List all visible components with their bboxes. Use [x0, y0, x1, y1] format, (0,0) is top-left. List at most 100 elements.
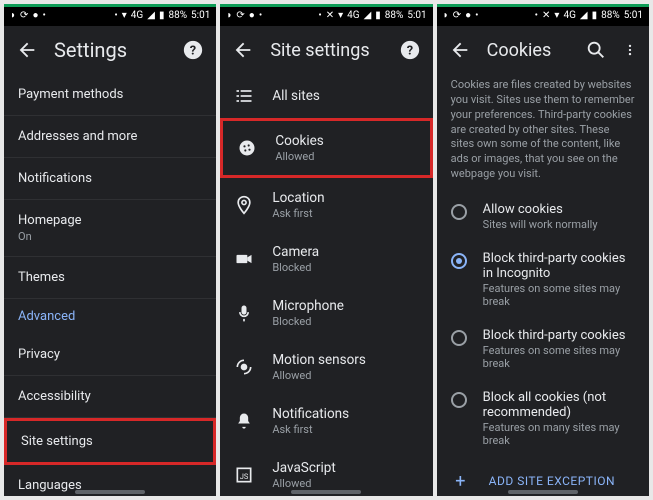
settings-list: Payment methods Addresses and more Notific…: [4, 74, 216, 496]
appbar: Cookies: [437, 26, 649, 74]
back-icon[interactable]: [232, 39, 254, 61]
nav-handle[interactable]: [508, 490, 578, 494]
settings-item[interactable]: Notifications: [4, 158, 216, 200]
battery-pct: 88%: [601, 10, 620, 21]
settings-item[interactable]: HomepageOn: [4, 200, 216, 257]
msg-icon: ●: [32, 10, 38, 21]
cookie-option[interactable]: Block all cookies (not recommended)Featu…: [437, 380, 649, 457]
svg-text:?: ?: [406, 44, 412, 59]
clock: 5:01: [624, 10, 643, 21]
js-icon: JS: [234, 465, 254, 485]
camera-icon: [234, 249, 254, 269]
item-label: Themes: [18, 270, 202, 285]
radio-icon: [451, 392, 467, 408]
screen-cookies: ◗ ⟳ ● • • ✕ ▾ 4G ◢ ▮ 88% 5:01 Cookies Co…: [437, 4, 649, 496]
advanced-header[interactable]: Advanced: [4, 299, 216, 334]
signal-icon: ◢: [364, 10, 372, 21]
site-setting-list[interactable]: All sites: [220, 74, 432, 118]
cookie-option[interactable]: Block third-party cookies in IncognitoFe…: [437, 241, 649, 318]
cookie-options: Allow cookiesSites will work normally Bl…: [437, 192, 649, 496]
site-setting-bell[interactable]: NotificationsAsk first: [220, 394, 432, 448]
svg-text:?: ?: [190, 44, 196, 59]
site-setting-motion[interactable]: Motion sensorsAllowed: [220, 340, 432, 394]
item-sub: Allowed: [275, 150, 415, 163]
list-icon: [234, 86, 254, 106]
page-title: Site settings: [270, 40, 382, 61]
signal-label: 4G: [563, 10, 575, 21]
mute-icon: ✕: [542, 10, 550, 21]
settings-item[interactable]: Themes: [4, 257, 216, 299]
item-sub: Blocked: [272, 261, 418, 274]
nav-handle[interactable]: [291, 490, 361, 494]
overflow-icon[interactable]: [623, 39, 637, 61]
cookies-description: Cookies are files created by websites yo…: [437, 74, 649, 192]
battery-icon: ▮: [375, 10, 381, 21]
svg-text:JS: JS: [240, 472, 249, 481]
status-bar: ◗ ⟳ ● • • ✕ ▾ 4G ◢ ▮ 88% 5:01: [437, 4, 649, 26]
cookie-option[interactable]: Allow cookiesSites will work normally: [437, 192, 649, 241]
mic-icon: [234, 303, 254, 323]
item-label: Notifications: [18, 171, 202, 186]
battery-icon: ▮: [592, 10, 598, 21]
item-label: Motion sensors: [272, 352, 418, 368]
bell-icon: [234, 411, 254, 431]
sync-icon: ⟳: [453, 10, 461, 21]
option-sub: Sites will work normally: [483, 218, 598, 231]
page-title: Settings: [54, 38, 166, 62]
site-setting-location[interactable]: LocationAsk first: [220, 178, 432, 232]
screen-settings: ◗ ⟳ ● • • ▾ 4G ◢ ▮ 88% 5:01 Settings ? P…: [4, 4, 216, 496]
item-label: JavaScript: [272, 460, 418, 476]
appbar: Settings ?: [4, 26, 216, 74]
site-setting-js[interactable]: JS JavaScriptAllowed: [220, 448, 432, 496]
sync-icon: ⟳: [20, 10, 28, 21]
site-setting-camera[interactable]: CameraBlocked: [220, 232, 432, 286]
settings-item[interactable]: Site settings: [4, 418, 216, 465]
back-icon[interactable]: [16, 39, 38, 61]
mute-icon: ✕: [326, 10, 334, 21]
signal-icon: ◢: [147, 10, 155, 21]
msg-icon: ●: [249, 10, 255, 21]
item-label: Privacy: [18, 347, 202, 362]
item-sub: Allowed: [272, 477, 418, 490]
location-icon: [234, 195, 254, 215]
site-setting-cookie[interactable]: CookiesAllowed: [220, 118, 432, 178]
settings-item[interactable]: Accessibility: [4, 376, 216, 418]
option-sub: Features on some sites may break: [483, 344, 635, 370]
item-sub: Ask first: [272, 207, 418, 220]
item-label: Cookies: [275, 133, 415, 149]
moon-icon: ◗: [10, 10, 16, 21]
back-icon[interactable]: [449, 39, 471, 61]
option-label: Block third-party cookies in Incognito: [483, 251, 635, 281]
signal-icon: ◢: [580, 10, 588, 21]
cookie-option[interactable]: Block third-party cookiesFeatures on som…: [437, 318, 649, 380]
screen-site-settings: ◗ ⟳ ● • • ✕ ▾ 4G ◢ ▮ 88% 5:01 Site setti…: [220, 4, 432, 496]
status-bar: ◗ ⟳ ● • • ▾ 4G ◢ ▮ 88% 5:01: [4, 4, 216, 26]
wifi-icon: ▾: [338, 10, 343, 21]
settings-item[interactable]: Addresses and more: [4, 116, 216, 158]
site-setting-mic[interactable]: MicrophoneBlocked: [220, 286, 432, 340]
item-label: Location: [272, 190, 418, 206]
battery-pct: 88%: [168, 10, 187, 21]
radio-icon: [451, 253, 467, 269]
search-icon[interactable]: [585, 39, 607, 61]
item-label: Addresses and more: [18, 129, 202, 144]
clock: 5:01: [407, 10, 426, 21]
item-sub: Allowed: [272, 369, 418, 382]
item-label: Site settings: [21, 434, 199, 449]
help-icon[interactable]: ?: [182, 39, 204, 61]
item-label: Homepage: [18, 213, 202, 228]
item-label: Accessibility: [18, 389, 202, 404]
item-sub: Ask first: [272, 423, 418, 436]
nav-handle[interactable]: [75, 490, 145, 494]
status-bar: ◗ ⟳ ● • • ✕ ▾ 4G ◢ ▮ 88% 5:01: [220, 4, 432, 26]
settings-item[interactable]: Payment methods: [4, 74, 216, 116]
battery-icon: ▮: [159, 10, 165, 21]
plus-icon: +: [451, 471, 471, 492]
battery-pct: 88%: [385, 10, 404, 21]
cookie-icon: [237, 138, 257, 158]
option-label: Block all cookies (not recommended): [483, 390, 635, 420]
option-sub: Features on some sites may break: [483, 282, 635, 308]
settings-item[interactable]: Privacy: [4, 334, 216, 376]
wifi-icon: ▾: [122, 10, 127, 21]
help-icon[interactable]: ?: [399, 39, 421, 61]
